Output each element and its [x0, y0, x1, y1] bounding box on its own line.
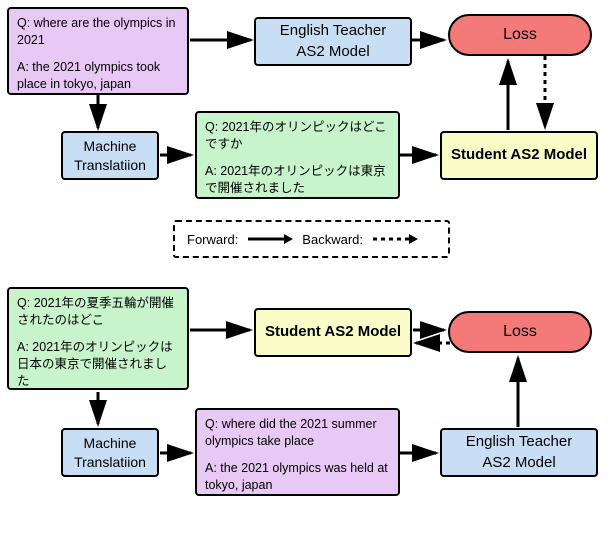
- loss-label: Loss: [503, 24, 537, 46]
- q-label: Q:: [17, 296, 30, 310]
- translated-qa-box: Q: 2021年のオリンピックはどこですか A: 2021年のオリンピックは東京…: [195, 111, 400, 199]
- a-line: A: the 2021 olympics was held at tokyo, …: [205, 460, 390, 494]
- a-text: the 2021 olympics took place in tokyo, j…: [17, 60, 160, 91]
- q-text: 2021年のオリンピックはどこですか: [205, 120, 387, 151]
- teacher-model-box: English Teacher AS2 Model: [440, 428, 598, 477]
- q-line: Q: 2021年のオリンピックはどこですか: [205, 119, 390, 153]
- a-text: 2021年のオリンピックは東京で開催されました: [205, 164, 386, 195]
- q-text: 2021年の夏季五輪が開催されたのはどこ: [17, 296, 174, 327]
- teacher-label: English Teacher AS2 Model: [264, 21, 402, 62]
- forward-arrow-icon: [246, 233, 294, 245]
- student-label: Student AS2 Model: [451, 145, 587, 165]
- q-line: Q: 2021年の夏季五輪が開催されたのはどこ: [17, 295, 179, 329]
- teacher-label: English Teacher AS2 Model: [450, 432, 588, 473]
- backward-arrow-icon: [371, 233, 419, 245]
- legend-backward-label: Backward:: [302, 232, 363, 247]
- a-line: A: 2021年のオリンピックは東京で開催されました: [205, 163, 390, 197]
- q-label: Q:: [205, 417, 218, 431]
- q-line: Q: where are the olympics in 2021: [17, 15, 179, 49]
- a-line: A: the 2021 olympics took place in tokyo…: [17, 59, 179, 93]
- loss-label: Loss: [503, 321, 537, 343]
- a-label: A:: [17, 60, 29, 74]
- student-model-box: Student AS2 Model: [440, 131, 598, 180]
- legend-forward-label: Forward:: [187, 232, 238, 247]
- q-label: Q:: [17, 16, 30, 30]
- mt-label: Machine Translatiion: [71, 137, 149, 175]
- student-label: Student AS2 Model: [265, 322, 401, 342]
- mt-label: Machine Translatiion: [71, 434, 149, 472]
- legend-box: Forward: Backward:: [173, 220, 450, 258]
- translated-qa-box: Q: where did the 2021 summer olympics ta…: [195, 408, 400, 496]
- a-text: the 2021 olympics was held at tokyo, jap…: [205, 461, 388, 492]
- a-line: A: 2021年のオリンピックは日本の東京で開催されました: [17, 339, 179, 390]
- student-model-box: Student AS2 Model: [254, 308, 412, 357]
- japanese-qa-box: Q: 2021年の夏季五輪が開催されたのはどこ A: 2021年のオリンピックは…: [7, 287, 189, 390]
- a-label: A:: [205, 164, 217, 178]
- q-text: where are the olympics in 2021: [17, 16, 175, 47]
- q-line: Q: where did the 2021 summer olympics ta…: [205, 416, 390, 450]
- machine-translation-box: Machine Translatiion: [61, 428, 159, 477]
- english-qa-box: Q: where are the olympics in 2021 A: the…: [7, 7, 189, 95]
- a-text: 2021年のオリンピックは日本の東京で開催されました: [17, 340, 173, 388]
- machine-translation-box: Machine Translatiion: [61, 131, 159, 180]
- loss-box: Loss: [448, 311, 592, 353]
- q-label: Q:: [205, 120, 218, 134]
- teacher-model-box: English Teacher AS2 Model: [254, 17, 412, 66]
- q-text: where did the 2021 summer olympics take …: [205, 417, 377, 448]
- loss-box: Loss: [448, 14, 592, 56]
- a-label: A:: [205, 461, 217, 475]
- a-label: A:: [17, 340, 29, 354]
